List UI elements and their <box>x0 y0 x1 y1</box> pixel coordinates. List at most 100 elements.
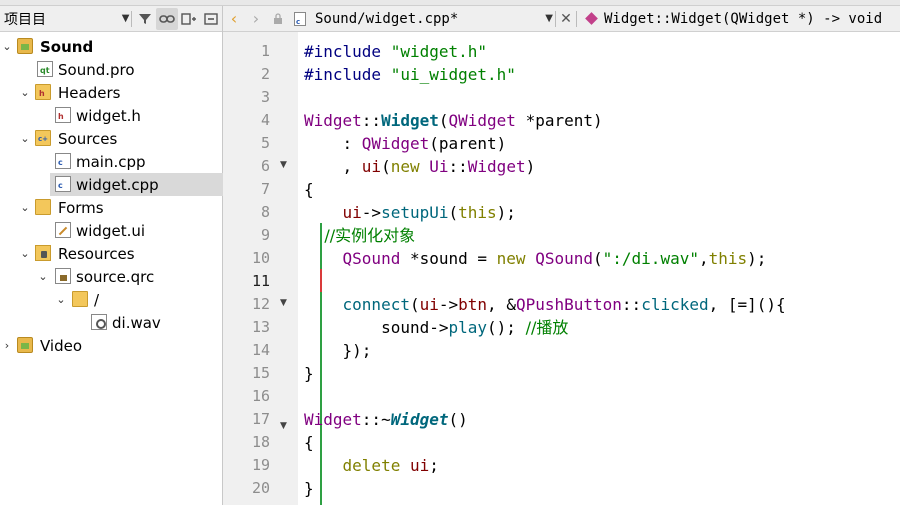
toolbar-separator <box>576 10 577 27</box>
open-file-selector[interactable]: Sound/widget.cpp* ▼ <box>311 7 553 31</box>
tree-item-label: Sound.pro <box>58 60 135 79</box>
chevron-down-icon[interactable]: ⌄ <box>1 40 13 53</box>
line-number: 9 <box>260 226 270 244</box>
line-number: 18 <box>251 433 270 451</box>
sources-folder-icon: c+ <box>35 130 51 146</box>
tree-item-widget-ui[interactable]: widget.ui <box>0 219 222 242</box>
code-line: } <box>304 479 314 498</box>
split-icon[interactable] <box>178 8 200 30</box>
toolbar-separator <box>131 10 133 27</box>
tree-item-label: / <box>94 290 100 309</box>
tree-item-label: widget.ui <box>76 221 146 240</box>
chevron-right-icon[interactable]: › <box>1 339 13 352</box>
forward-arrow-icon[interactable]: › <box>245 8 267 30</box>
line-number: 10 <box>251 249 270 267</box>
chevron-down-icon[interactable]: ⌄ <box>19 201 31 214</box>
tree-item-source-qrc[interactable]: ⌄ source.qrc <box>0 265 222 288</box>
back-arrow-icon[interactable]: ‹ <box>223 8 245 30</box>
chevron-down-icon: ▼ <box>121 13 130 24</box>
tree-item-widget-h[interactable]: h widget.h <box>0 104 222 127</box>
tree-item-label: Video <box>40 336 83 355</box>
code-area[interactable]: #include "widget.h" #include "ui_widget.… <box>304 32 900 505</box>
lock-icon[interactable] <box>267 8 289 30</box>
chevron-down-icon[interactable]: ⌄ <box>19 247 31 260</box>
cpp-file-icon: c <box>55 176 71 192</box>
code-line: Widget::~Widget() <box>304 410 468 429</box>
tree-item-main-cpp[interactable]: c main.cpp <box>0 150 222 173</box>
tree-item-widget-cpp[interactable]: c widget.cpp <box>50 173 223 196</box>
line-number: 13 <box>251 318 270 336</box>
project-icon <box>17 337 33 353</box>
line-number: 8 <box>260 203 270 221</box>
function-symbol-icon <box>585 12 598 25</box>
code-line: connect(ui->btn, &QPushButton::clicked, … <box>342 295 786 314</box>
line-number: 7 <box>260 180 270 198</box>
wav-file-icon <box>91 314 107 330</box>
open-file-label: Sound/widget.cpp* <box>315 10 459 27</box>
chevron-down-icon[interactable]: ⌄ <box>37 270 49 283</box>
close-panel-icon[interactable] <box>200 8 222 30</box>
project-panel-toolbar: 项目目 ▼ <box>0 6 222 32</box>
tree-item-label: widget.h <box>76 106 141 125</box>
close-file-icon[interactable]: ✕ <box>558 11 574 27</box>
code-editor: ‹ › c Sound/widget.cpp* ▼ ✕ Widget::Widg… <box>223 6 900 505</box>
code-line: QSound *sound = new QSound(":/di.wav",th… <box>342 249 767 268</box>
fold-marker-icon[interactable]: ▼ <box>280 292 287 315</box>
tree-item-headers[interactable]: ⌄ h Headers <box>0 81 222 104</box>
code-line: delete ui; <box>342 456 439 475</box>
tree-item-label: Resources <box>58 244 135 263</box>
fold-margin: ▼ ▼ ▼ <box>271 32 322 505</box>
headers-folder-icon: h <box>35 84 51 100</box>
code-line: : QWidget(parent) <box>304 134 507 153</box>
line-number: 11 <box>251 272 270 290</box>
qrc-file-icon <box>55 268 71 284</box>
cpp-file-icon: c <box>55 153 71 169</box>
line-number: 12 <box>251 295 270 313</box>
tree-item-sound-pro[interactable]: qt Sound.pro <box>0 58 222 81</box>
line-number: 1 <box>260 42 270 60</box>
fold-marker-icon[interactable]: ▼ <box>280 415 287 438</box>
project-view-selector[interactable]: 项目目 ▼ <box>0 7 129 31</box>
code-line: }); <box>304 341 372 360</box>
tree-item-video[interactable]: › Video <box>0 334 222 357</box>
code-line: Widget::Widget(QWidget *parent) <box>304 111 603 130</box>
filter-icon[interactable] <box>134 8 156 30</box>
tree-item-label: widget.cpp <box>76 175 159 194</box>
chevron-down-icon[interactable]: ⌄ <box>19 86 31 99</box>
chevron-down-icon[interactable]: ⌄ <box>19 132 31 145</box>
tree-item-label: di.wav <box>112 313 161 332</box>
tree-item-label: main.cpp <box>76 152 146 171</box>
line-number: 2 <box>260 65 270 83</box>
line-number: 4 <box>260 111 270 129</box>
line-number: 15 <box>251 364 270 382</box>
tree-item-di-wav[interactable]: di.wav <box>0 311 222 334</box>
folder-icon <box>72 291 88 307</box>
code-line: //实例化对象 <box>304 226 416 245</box>
tree-item-sound[interactable]: ⌄ Sound <box>0 35 222 58</box>
tree-item-root-prefix[interactable]: ⌄ / <box>0 288 222 311</box>
fold-marker-icon[interactable]: ▼ <box>280 154 287 177</box>
tree-item-resources[interactable]: ⌄ Resources <box>0 242 222 265</box>
tree-item-forms[interactable]: ⌄ Forms <box>0 196 222 219</box>
code-line: , ui(new Ui::Widget) <box>304 157 536 176</box>
editor-toolbar: ‹ › c Sound/widget.cpp* ▼ ✕ Widget::Widg… <box>223 6 900 32</box>
line-number: 3 <box>260 88 270 106</box>
code-line: #include "widget.h" <box>304 42 488 61</box>
line-number: 14 <box>251 341 270 359</box>
toolbar-separator <box>555 10 556 27</box>
code-line: sound->play(); //播放 <box>304 318 569 337</box>
code-line: #include "ui_widget.h" <box>304 65 516 84</box>
chevron-down-icon[interactable]: ⌄ <box>55 293 67 306</box>
line-number: 19 <box>251 456 270 474</box>
tree-item-label: Sources <box>58 129 118 148</box>
symbol-selector[interactable]: Widget::Widget(QWidget *) -> void <box>579 11 882 27</box>
resources-folder-icon <box>35 245 51 261</box>
svg-text:c: c <box>296 18 300 26</box>
tree-item-sources[interactable]: ⌄ c+ Sources <box>0 127 222 150</box>
line-number: 5 <box>260 134 270 152</box>
link-icon[interactable] <box>156 7 179 30</box>
symbol-label: Widget::Widget(QWidget *) -> void <box>604 10 883 27</box>
chevron-down-icon: ▼ <box>545 13 553 24</box>
tree-item-label: source.qrc <box>76 267 155 286</box>
line-number-gutter: 1 2 3 4 5 6 7 8 9 10 11 12 13 14 15 16 17 18 19 20 <box>223 32 271 505</box>
